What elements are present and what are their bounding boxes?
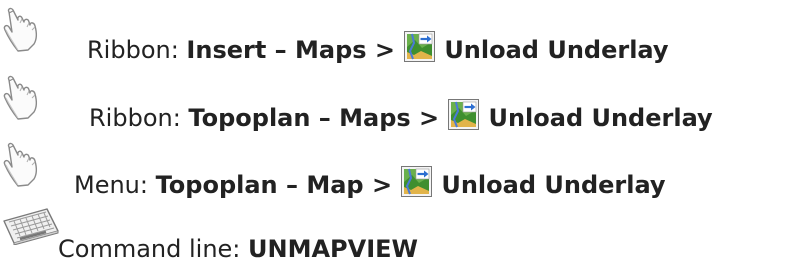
command-line-name: UNMAPVIEW xyxy=(248,235,419,263)
access-method-row-2: Ribbon: Topoplan – Maps > Unload Underla… xyxy=(0,70,801,133)
ribbon-insert-maps-entry: Ribbon: Insert – Maps > Unload Underlay xyxy=(87,31,669,65)
access-method-row-4: Command line: UNMAPVIEW xyxy=(0,201,801,271)
unload-underlay-icon xyxy=(404,31,435,62)
ribbon-topoplan-maps-entry: Ribbon: Topoplan – Maps > Unload Underla… xyxy=(89,99,713,133)
access-prefix: Ribbon: xyxy=(87,36,187,64)
access-method-row-1: Ribbon: Insert – Maps > Unload Underlay xyxy=(0,0,801,64)
command-name: Unload Underlay xyxy=(441,171,666,199)
access-prefix: Ribbon: xyxy=(89,104,189,132)
command-line-entry: Command line: UNMAPVIEW xyxy=(58,234,418,264)
command-name: Unload Underlay xyxy=(488,104,713,132)
menu-topoplan-map-entry: Menu: Topoplan – Map > Unload Underlay xyxy=(74,166,666,200)
menu-path: Topoplan – Map > xyxy=(155,171,393,199)
access-prefix: Menu: xyxy=(74,171,156,199)
ribbon-path: Insert – Maps > xyxy=(186,36,396,64)
command-name: Unload Underlay xyxy=(444,36,669,64)
mouse-hand-icon xyxy=(0,74,40,120)
mouse-hand-icon xyxy=(0,141,40,187)
access-method-row-3: Menu: Topoplan – Map > Unload Underlay xyxy=(0,137,801,200)
mouse-hand-icon xyxy=(0,6,40,52)
ribbon-path: Topoplan – Maps > xyxy=(188,104,440,132)
unload-underlay-icon xyxy=(401,166,432,197)
access-prefix: Command line: xyxy=(58,235,249,263)
keyboard-icon xyxy=(0,205,60,245)
unload-underlay-icon xyxy=(448,99,479,130)
